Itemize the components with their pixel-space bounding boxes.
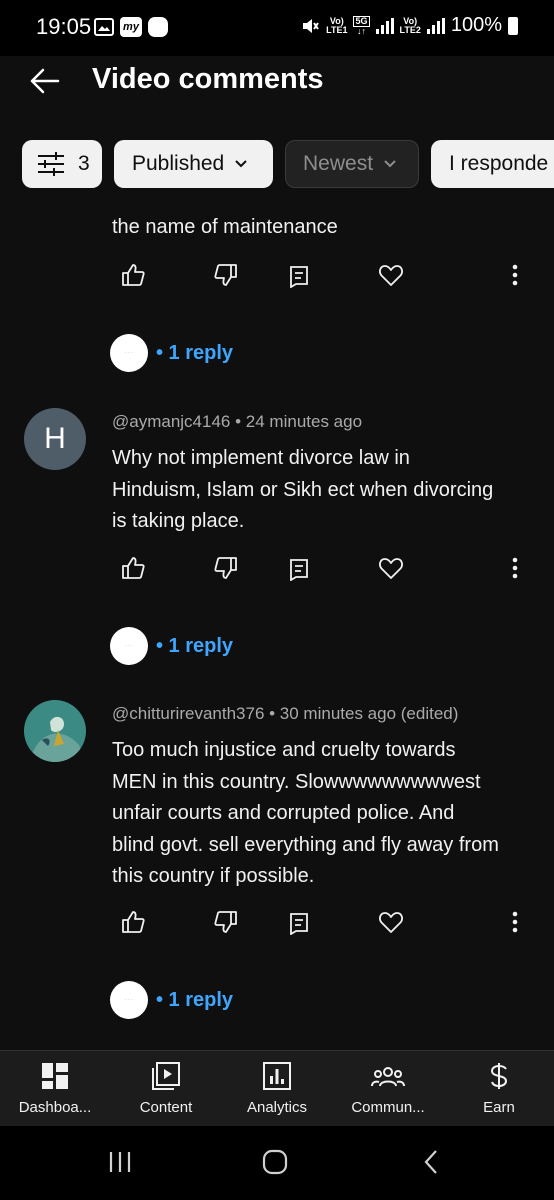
- heart-icon[interactable]: [378, 262, 404, 288]
- like-icon[interactable]: [120, 262, 146, 288]
- chevron-down-icon: [384, 160, 396, 168]
- comment-text: Too much injustice and cruelty towards M…: [112, 735, 532, 893]
- comment-text: Why not implement divorce law in Hinduis…: [112, 443, 532, 538]
- nav-dashboard[interactable]: Dashboa...: [0, 1061, 110, 1116]
- creator-avatar: · · ·: [110, 334, 148, 372]
- comment-text-line: Too much injustice and cruelty towards: [112, 739, 456, 761]
- nav-label: Content: [139, 1099, 193, 1116]
- reply-count: • 1 reply: [156, 634, 234, 657]
- filter-settings-button[interactable]: 3: [22, 140, 102, 188]
- home-icon[interactable]: [261, 1148, 289, 1176]
- comment-text-line: MEN in this country. Slowwwwwwwwwest: [112, 770, 481, 793]
- heart-icon[interactable]: [378, 555, 404, 581]
- more-vert-icon[interactable]: [510, 262, 520, 288]
- filter-chips: 3 Published Newest I responde: [0, 140, 554, 190]
- nav-analytics[interactable]: Analytics: [222, 1061, 332, 1116]
- creator-avatar: · · ·: [110, 627, 148, 665]
- like-icon[interactable]: [120, 555, 146, 581]
- like-icon[interactable]: [120, 909, 146, 935]
- 5g-indicator: 5G ↓↑: [353, 15, 370, 36]
- back-icon[interactable]: [418, 1148, 446, 1176]
- comment-text: the name of maintenance: [112, 216, 338, 238]
- nav-label: Dashboa...: [18, 1099, 92, 1116]
- nav-label: Commun...: [351, 1099, 425, 1116]
- comment-meta: @aymanjc4146 • 24 minutes ago: [112, 412, 362, 432]
- cut-off-text-line: ▬ ▬▬▬ ▬▬▬▬▬▬ ▬▬ ▬ ▬▬▬▬▬: [112, 190, 432, 195]
- signal-1-icon: [375, 17, 394, 34]
- mute-icon: [303, 18, 319, 33]
- content-icon: [152, 1062, 180, 1090]
- comment-text-line: this country if possible.: [112, 865, 315, 887]
- nav-earn[interactable]: Earn: [444, 1061, 554, 1116]
- dollar-icon: [490, 1063, 508, 1089]
- battery-percent: 100%: [450, 14, 502, 36]
- analytics-icon: [263, 1062, 291, 1090]
- published-label: Published: [132, 152, 225, 175]
- lte1-indicator: Vo) LTE1: [326, 15, 348, 35]
- creator-avatar: · · ·: [110, 981, 148, 1019]
- gallery-icon: [94, 18, 114, 36]
- signal-2-icon: [426, 17, 445, 34]
- reply-icon[interactable]: [288, 555, 310, 581]
- reply-icon[interactable]: [288, 909, 310, 935]
- system-nav-bar: [0, 1126, 554, 1200]
- comment-meta: @chitturirevanth376 • 30 minutes ago (ed…: [112, 704, 458, 724]
- sort-newest-dropdown[interactable]: Newest: [285, 140, 419, 188]
- chevron-down-icon: [235, 160, 247, 168]
- newest-label: Newest: [303, 152, 374, 175]
- recent-apps-icon[interactable]: [106, 1148, 134, 1176]
- filter-count: 3: [78, 152, 90, 175]
- comment-author[interactable]: @aymanjc4146: [112, 412, 230, 431]
- back-arrow-icon[interactable]: [28, 64, 62, 98]
- more-vert-icon[interactable]: [510, 555, 520, 581]
- view-replies-link[interactable]: · · · • 1 reply: [110, 334, 233, 372]
- notification-icons: my: [94, 17, 168, 37]
- nav-label: Earn: [483, 1099, 515, 1116]
- more-vert-icon[interactable]: [510, 909, 520, 935]
- responded-label: I responde: [449, 152, 549, 175]
- dashboard-icon: [42, 1063, 68, 1089]
- dislike-icon[interactable]: [213, 262, 239, 288]
- comment-actions: [0, 909, 554, 939]
- responded-filter-chip[interactable]: I responde: [431, 140, 554, 188]
- comment-actions: [0, 555, 554, 585]
- comment-author[interactable]: @chitturirevanth376: [112, 704, 264, 723]
- comment-text-line: Why not implement divorce law in: [112, 447, 410, 469]
- my-app-icon: my: [120, 17, 142, 37]
- sliders-icon: [38, 152, 64, 176]
- comment-time: • 24 minutes ago: [230, 412, 363, 431]
- dislike-icon[interactable]: [213, 555, 239, 581]
- app-notification-icon: [148, 17, 168, 37]
- status-bar: 19:05 my Vo) LTE1 5G ↓↑ Vo) LTE2 100%: [0, 0, 554, 56]
- comments-list: ▬ ▬▬▬ ▬▬▬▬▬▬ ▬▬ ▬ ▬▬▬▬▬ the name of main…: [0, 190, 554, 1050]
- avatar-image: [24, 700, 86, 762]
- community-icon: [371, 1067, 405, 1087]
- nav-label: Analytics: [246, 1099, 308, 1116]
- status-right: Vo) LTE1 5G ↓↑ Vo) LTE2 100%: [300, 14, 518, 37]
- comment-text-line: blind govt. sell everything and fly away…: [112, 833, 499, 856]
- battery-icon: [508, 16, 518, 35]
- bottom-nav: Dashboa... Content Analytics Commun... E…: [0, 1050, 554, 1126]
- view-replies-link[interactable]: · · · • 1 reply: [110, 627, 233, 665]
- view-replies-link[interactable]: · · · • 1 reply: [110, 981, 233, 1019]
- avatar[interactable]: [24, 700, 86, 762]
- reply-count: • 1 reply: [156, 341, 234, 364]
- avatar[interactable]: H: [24, 408, 86, 470]
- published-dropdown[interactable]: Published: [114, 140, 273, 188]
- comment-actions: [0, 262, 554, 292]
- reply-icon[interactable]: [288, 262, 310, 288]
- lte2-indicator: Vo) LTE2: [399, 15, 421, 35]
- nav-community[interactable]: Commun...: [333, 1061, 443, 1116]
- page-title: Video comments: [92, 63, 324, 95]
- nav-content[interactable]: Content: [111, 1061, 221, 1116]
- comment-time: • 30 minutes ago (edited): [264, 704, 459, 723]
- dislike-icon[interactable]: [213, 909, 239, 935]
- reply-count: • 1 reply: [156, 988, 234, 1011]
- heart-icon[interactable]: [378, 909, 404, 935]
- app-header: Video comments: [0, 56, 554, 136]
- comment-text-line: unfair courts and corrupted police. And: [112, 802, 455, 824]
- comment-text-line: Hinduism, Islam or Sikh ect when divorci…: [112, 478, 494, 501]
- comment-text-line: is taking place.: [112, 510, 245, 532]
- status-time: 19:05: [36, 14, 92, 39]
